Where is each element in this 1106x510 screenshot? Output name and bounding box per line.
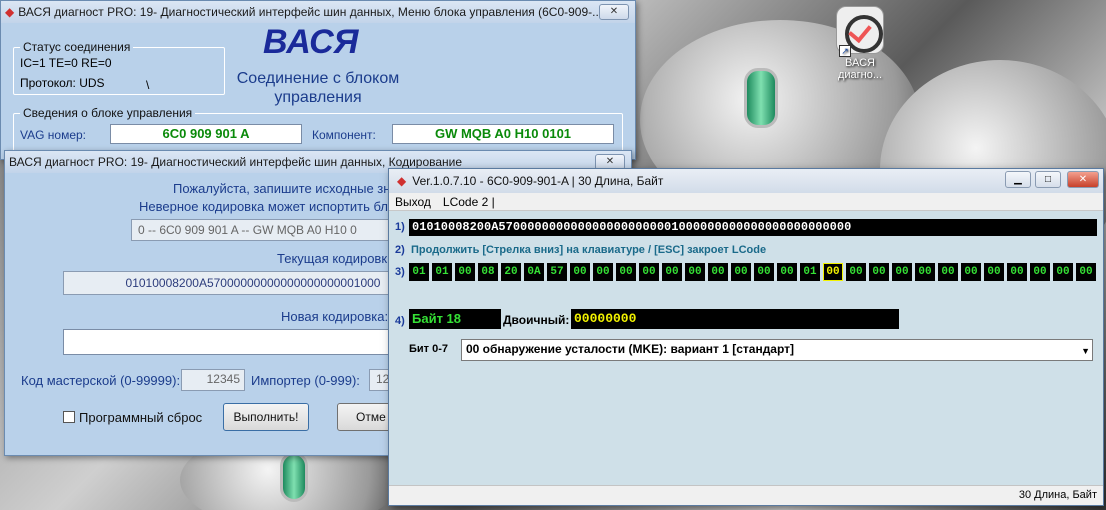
row3-number: 3) (395, 266, 405, 278)
byte-cell[interactable]: 00 (823, 263, 843, 281)
lcode-window: ◆ Ver.1.0.7.10 - 6C0-909-901-A | 30 Длин… (388, 168, 1104, 506)
software-reset-label: Программный сброс (79, 410, 203, 425)
byte-cell[interactable]: 00 (984, 263, 1004, 281)
byte-cell[interactable]: 00 (754, 263, 774, 281)
new-coding-label: Новая кодировка: (281, 309, 389, 324)
byte-cell[interactable]: 00 (662, 263, 682, 281)
importer-label: Импортер (0-999): (251, 373, 360, 388)
bit-option-value: 00 обнаружение усталости (MKE): вариант … (466, 342, 795, 356)
menu-exit[interactable]: Выход (389, 195, 437, 209)
shortcut-arrow-icon: ↗ (839, 45, 851, 57)
current-coding-field: 01010008200A57000000000000000000001000 (63, 271, 443, 295)
byte-cell[interactable]: 00 (846, 263, 866, 281)
byte-cell[interactable]: 00 (1030, 263, 1050, 281)
vasya-logo: ВАСЯ (263, 23, 359, 61)
byte-cell[interactable]: 00 (1007, 263, 1027, 281)
vasya-app-icon: ↗ (836, 6, 884, 57)
byte-cell[interactable]: 00 (892, 263, 912, 281)
byte-number-label: Байт 18 (409, 309, 501, 329)
new-coding-input[interactable] (63, 329, 443, 355)
byte-cell[interactable]: 00 (708, 263, 728, 281)
main-window-title: ВАСЯ диагност PRO: 19- Диагностический и… (18, 5, 603, 19)
current-coding-label: Текущая кодировк (277, 251, 388, 266)
activity-spinner: \ (146, 78, 150, 92)
coding-string-field: 01010008200A5700000000000000000000001000… (409, 219, 1097, 236)
execute-button[interactable]: Выполнить! (223, 403, 309, 431)
vag-number-field: 6C0 909 901 A (110, 124, 302, 144)
vag-number-label: VAG номер: (20, 128, 87, 142)
desktop-icon-vasya[interactable]: ↗ ВАСЯ диагно... (830, 4, 890, 81)
binary-label: Двоичный: (503, 313, 570, 327)
byte-cell[interactable]: 01 (800, 263, 820, 281)
byte-cell[interactable]: 00 (777, 263, 797, 281)
background-slot (280, 452, 308, 502)
byte-cell[interactable]: 00 (731, 263, 751, 281)
module-select[interactable]: 0 -- 6C0 909 901 A -- GW MQB A0 H10 0 (131, 219, 431, 241)
byte-cell[interactable]: 00 (938, 263, 958, 281)
software-reset-checkbox[interactable] (63, 411, 75, 423)
byte-cell[interactable]: 57 (547, 263, 567, 281)
connection-status-group: Статус соединения IC=1 TE=0 RE=0 Протоко… (13, 40, 225, 95)
ecu-info-title: Сведения о блоке управления (20, 106, 196, 120)
byte-cell[interactable]: 00 (616, 263, 636, 281)
workshop-code-label: Код мастерской (0-99999): (21, 373, 181, 388)
byte-cell[interactable]: 00 (639, 263, 659, 281)
byte-cell[interactable]: 00 (593, 263, 613, 281)
keyboard-hint: Продолжить [Стрелка вниз] на клавиатуре … (411, 244, 767, 256)
component-field: GW MQB A0 H10 0101 (392, 124, 614, 144)
byte-cell[interactable]: 20 (501, 263, 521, 281)
lcode-title: Ver.1.0.7.10 - 6C0-909-901-A | 30 Длина,… (412, 174, 664, 188)
desktop-icon-label: ВАСЯ диагно... (837, 57, 883, 81)
coding-window-title: ВАСЯ диагност PRO: 19- Диагностический и… (9, 155, 463, 169)
byte-cell[interactable]: 00 (869, 263, 889, 281)
byte-cell[interactable]: 00 (1053, 263, 1073, 281)
lcode-app-icon: ◆ (397, 174, 407, 188)
background-slot (744, 68, 778, 128)
close-button[interactable]: ✕ (1067, 171, 1099, 188)
bit-option-select[interactable]: 00 обнаружение усталости (MKE): вариант … (461, 339, 1093, 361)
byte-cell[interactable]: 00 (685, 263, 705, 281)
menu-lcode2[interactable]: LCode 2 | (437, 195, 501, 209)
row1-number: 1) (395, 221, 405, 233)
connection-status-title: Статус соединения (20, 40, 134, 54)
byte-cell[interactable]: 08 (478, 263, 498, 281)
byte-cell[interactable]: 00 (915, 263, 935, 281)
bit-range-label: Бит 0-7 (409, 343, 449, 355)
row2-number: 2) (395, 244, 405, 256)
component-label: Компонент: (312, 128, 376, 142)
app-icon: ◆ (5, 5, 15, 19)
byte-cell[interactable]: 01 (409, 263, 429, 281)
main-window-close-button[interactable]: ✕ (599, 4, 629, 20)
protocol-label: Протокол: UDS (20, 76, 105, 90)
main-window-titlebar[interactable]: ◆ ВАСЯ диагност PRO: 19- Диагностический… (1, 1, 635, 23)
byte-cell[interactable]: 01 (432, 263, 452, 281)
byte-cell[interactable]: 00 (961, 263, 981, 281)
lcode-client-area: 1) 01010008200A5700000000000000000000001… (389, 211, 1103, 485)
row4-number: 4) (395, 315, 405, 327)
lcode-statusbar: 30 Длина, Байт (389, 485, 1103, 505)
binary-value-field[interactable]: 00000000 (571, 309, 899, 329)
byte-cell[interactable]: 0A (524, 263, 544, 281)
chevron-down-icon: ▼ (1081, 346, 1090, 356)
main-window: ◆ ВАСЯ диагност PRO: 19- Диагностический… (0, 0, 636, 160)
byte-cell[interactable]: 00 (570, 263, 590, 281)
byte-grid: 01 01 00 08 20 0A 57 00 00 00 00 00 00 00 00 00 00 01 00 00… (409, 263, 1099, 283)
maximize-button[interactable]: □ (1035, 171, 1061, 188)
status-text: 30 Длина, Байт (1018, 489, 1097, 501)
lcode-titlebar[interactable]: ◆ Ver.1.0.7.10 - 6C0-909-901-A | 30 Длин… (389, 169, 1103, 193)
minimize-button[interactable]: ▁ (1005, 171, 1031, 188)
notice-line2: Неверное кодировка может испортить бло (139, 199, 396, 214)
lcode-menubar: Выход LCode 2 | (389, 193, 1103, 211)
workshop-code-field[interactable]: 12345 (181, 369, 245, 391)
byte-cell[interactable]: 00 (455, 263, 475, 281)
connection-label: Соединение с блоком управления (236, 70, 400, 106)
connection-status-line1: IC=1 TE=0 RE=0 (20, 56, 112, 70)
byte-cell[interactable]: 00 (1076, 263, 1096, 281)
